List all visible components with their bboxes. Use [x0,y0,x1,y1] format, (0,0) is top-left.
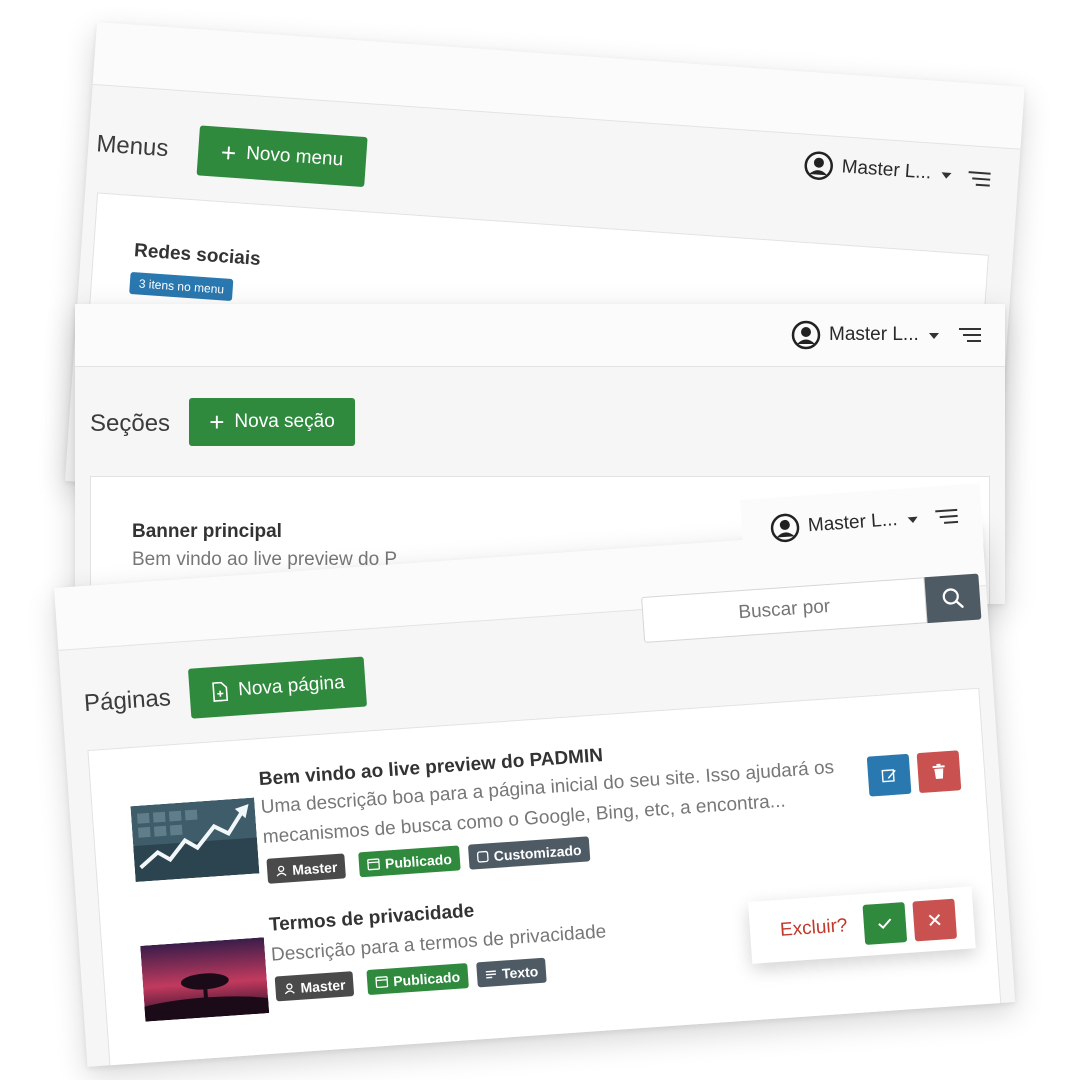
delete-button[interactable] [916,750,962,794]
author-label: Master [291,858,338,878]
page-item-title[interactable]: Termos de privacidade [268,901,475,937]
menu-toggle-icon[interactable] [968,171,991,187]
confirm-yes-button[interactable] [862,902,908,945]
square-icon [476,850,489,863]
type-badge: Texto [476,957,548,988]
user-avatar-icon [791,320,821,350]
new-section-button[interactable]: + Nova seção [189,398,355,446]
confirm-no-button[interactable] [912,898,958,942]
trash-icon [932,763,945,779]
author-label: Master [299,976,347,996]
edit-icon [881,769,896,783]
user-avatar-icon [804,151,833,180]
page-title: Seções [90,410,171,437]
confirm-question: Excluir? [779,915,849,941]
page-title: Menus [95,130,170,163]
status-badge: Publicado [358,845,461,878]
status-badge: Publicado [366,963,469,996]
plus-icon: + [220,137,238,168]
type-label: Texto [501,962,539,982]
chevron-down-icon [940,172,952,179]
menu-item-count-badge: 3 itens no menu [129,271,234,302]
user-menu[interactable]: Master L... [769,504,918,544]
new-menu-button[interactable]: + Novo menu [196,125,368,188]
check-icon [878,918,892,930]
page-thumbnail [140,937,270,1022]
user-name: Master L... [829,324,919,345]
type-label: Customizado [493,841,582,864]
user-menu[interactable]: Master L... [803,150,952,190]
page-thumbnail [130,797,260,883]
user-icon [276,865,287,877]
new-page-button[interactable]: Nova página [187,656,368,719]
user-avatar-icon [770,513,800,543]
user-name: Master L... [840,156,932,184]
user-icon [284,982,295,994]
author-badge: Master [274,971,355,1002]
status-label: Publicado [384,850,453,872]
paginas-panel: Páginas Nova página Bem [54,523,1016,1067]
calendar-check-icon [375,976,389,989]
author-badge: Master [266,853,347,884]
new-menu-label: Novo menu [245,142,344,171]
section-item-name[interactable]: Banner principal [132,521,282,543]
edit-button[interactable] [866,753,912,797]
user-name: Master L... [807,509,899,537]
file-plus-icon [211,681,228,702]
menu-toggle-icon[interactable] [959,328,981,342]
text-lines-icon [485,969,497,978]
status-label: Publicado [392,968,461,989]
chevron-down-icon [928,333,939,339]
page-title: Páginas [83,684,172,718]
type-badge: Customizado [467,836,591,870]
search-icon [942,588,964,608]
search-button[interactable] [924,573,982,624]
plus-icon: + [209,407,225,437]
chevron-down-icon [907,516,918,524]
menu-toggle-icon[interactable] [935,508,959,525]
user-menu[interactable]: Master L... [791,320,939,350]
page-list: Bem vindo ao live preview do PADMIN Uma … [87,687,1003,1067]
menu-item-name[interactable]: Redes sociais [133,240,261,271]
new-page-label: Nova página [237,671,346,701]
new-section-label: Nova seção [234,411,335,432]
calendar-check-icon [367,858,380,871]
close-icon [928,914,941,927]
